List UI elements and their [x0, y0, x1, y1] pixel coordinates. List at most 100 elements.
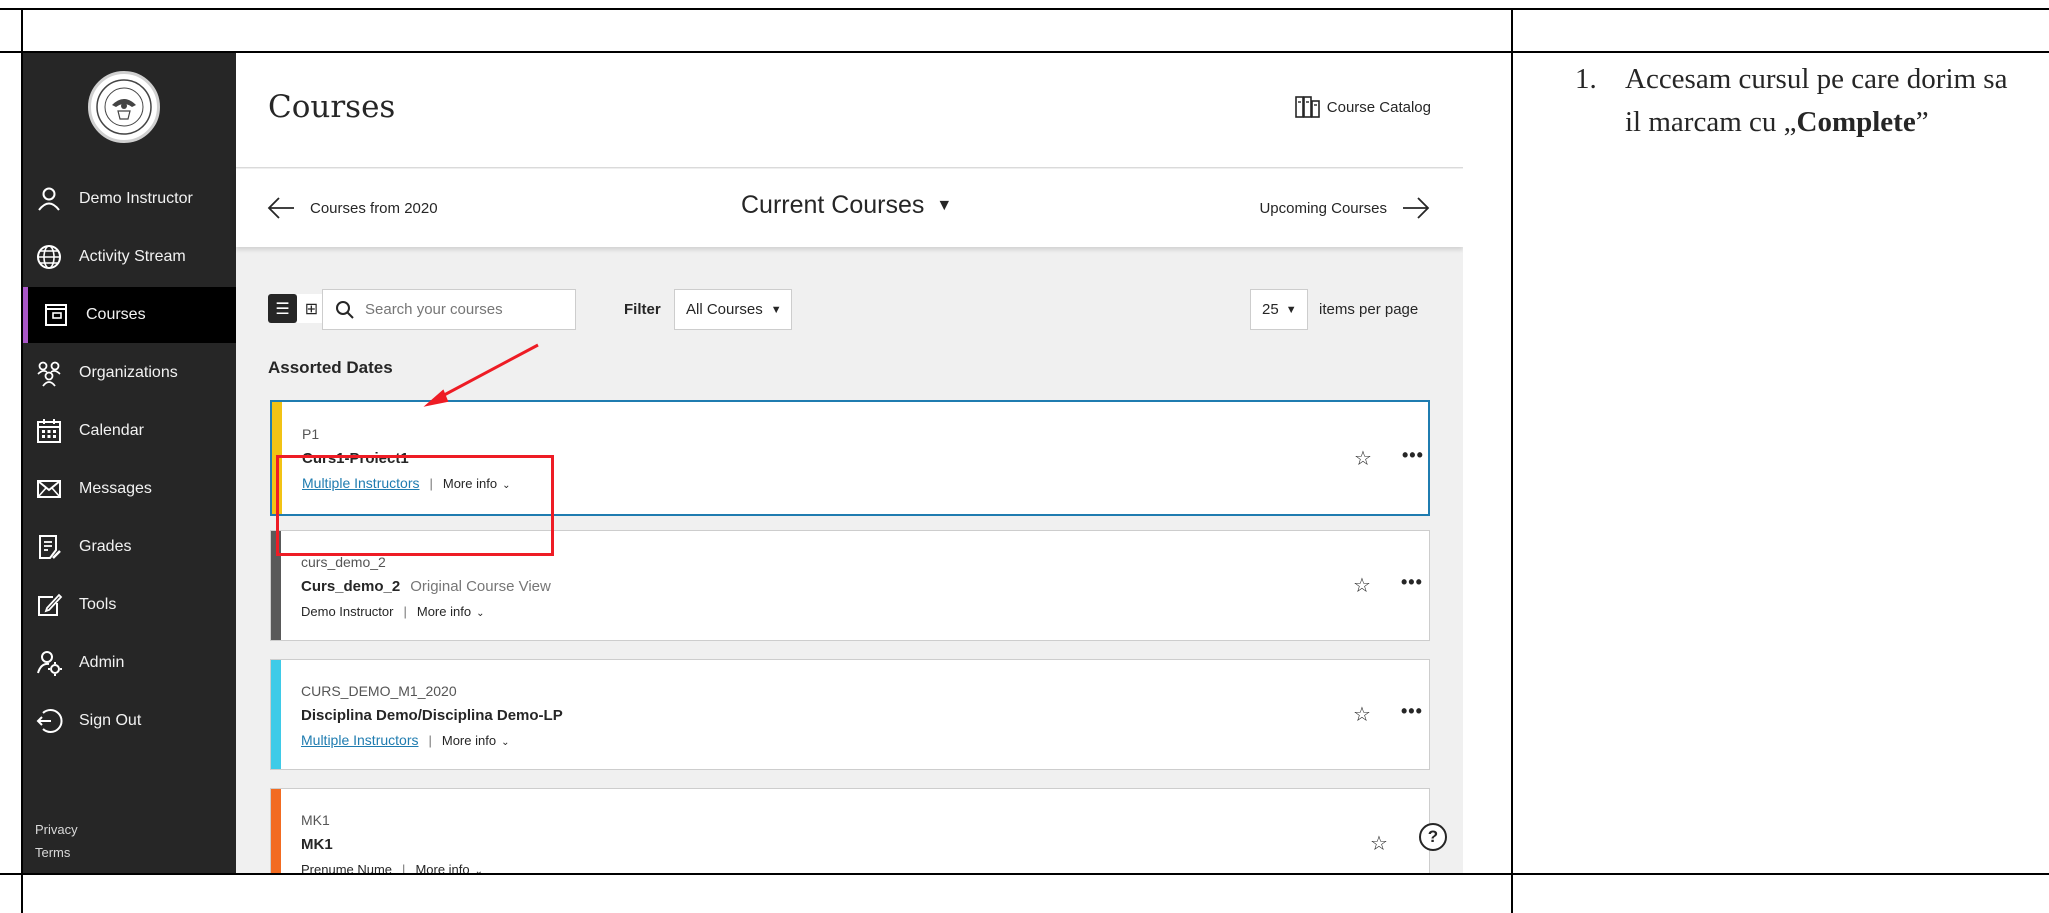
- course-name[interactable]: Disciplina Demo/Disciplina Demo-LP: [301, 707, 563, 724]
- help-icon: ?: [1427, 827, 1439, 846]
- sidebar-item-label: Sign Out: [79, 712, 142, 729]
- course-card[interactable]: MK1 MK1 Prenume Nume | More info ⌄ ☆: [270, 788, 1430, 873]
- grades-icon: [35, 533, 63, 561]
- globe-icon: [35, 243, 63, 271]
- sidebar-item-tools[interactable]: Tools: [23, 577, 236, 633]
- course-code: MK1: [301, 812, 330, 828]
- sidebar-item-label: Messages: [79, 480, 152, 497]
- course-color-stripe: [271, 789, 281, 873]
- sidebar-item-calendar[interactable]: Calendar: [23, 403, 236, 459]
- highlight-box: [276, 455, 554, 556]
- search-icon: [336, 300, 354, 319]
- more-info-toggle[interactable]: More info ⌄: [417, 604, 485, 619]
- sidebar-item-label: Admin: [79, 654, 125, 671]
- term-navigation: Courses from 2020 Current Courses ▼ Upco…: [236, 169, 1463, 247]
- more-options-icon[interactable]: •••: [1401, 701, 1423, 722]
- filter-label: Filter: [624, 301, 661, 318]
- sidebar-item-admin[interactable]: Admin: [23, 635, 236, 691]
- arrow-left-icon: [267, 197, 294, 219]
- envelope-icon: [35, 475, 63, 503]
- table-border-middle: [1511, 8, 1513, 913]
- caret-down-icon: ▼: [936, 196, 953, 214]
- more-options-icon[interactable]: •••: [1402, 445, 1424, 466]
- instructor-name: Prenume Nume: [301, 862, 393, 873]
- list-view-button[interactable]: ☰: [268, 294, 297, 323]
- previous-term-link[interactable]: Courses from 2020: [266, 193, 438, 223]
- sidebar: Demo Instructor Activity Stream Courses …: [23, 53, 236, 873]
- current-term-label: Current Courses: [741, 191, 925, 219]
- course-code: CURS_DEMO_M1_2020: [301, 683, 457, 699]
- previous-term-label: Courses from 2020: [310, 199, 438, 217]
- sidebar-item-label: Calendar: [79, 422, 144, 439]
- help-button[interactable]: ?: [1419, 823, 1447, 851]
- favorite-star-icon[interactable]: ☆: [1354, 446, 1372, 471]
- chevron-down-icon: ⌄: [474, 866, 484, 873]
- organizations-icon: [35, 359, 63, 387]
- course-meta: Demo Instructor | More info ⌄: [301, 604, 485, 619]
- more-info-toggle[interactable]: More info ⌄: [442, 733, 510, 748]
- sidebar-item-messages[interactable]: Messages: [23, 461, 236, 517]
- sidebar-item-grades[interactable]: Grades: [23, 519, 236, 575]
- course-view-type: Original Course View: [410, 578, 551, 595]
- instructors-link[interactable]: Multiple Instructors: [301, 732, 418, 748]
- page-header: Courses Course Catalog: [236, 53, 1463, 168]
- items-per-page-dropdown[interactable]: 25 ▼: [1250, 289, 1308, 330]
- favorite-star-icon[interactable]: ☆: [1370, 831, 1388, 856]
- arrow-right-icon: [1403, 197, 1430, 219]
- table-border-row-bottom: [0, 873, 2049, 875]
- seal-icon: [96, 79, 152, 135]
- privacy-link[interactable]: Privacy: [35, 822, 78, 837]
- admin-icon: [35, 649, 63, 677]
- course-catalog-link[interactable]: Course Catalog: [1294, 93, 1431, 121]
- tools-icon: [35, 591, 63, 619]
- course-color-stripe: [271, 660, 281, 769]
- sign-out-icon: [35, 707, 63, 735]
- course-card[interactable]: CURS_DEMO_M1_2020 Disciplina Demo/Discip…: [270, 659, 1430, 770]
- sidebar-item-label: Tools: [79, 596, 117, 613]
- view-toggle: ☰ ⊞: [268, 294, 326, 323]
- section-title: Assorted Dates: [268, 358, 393, 377]
- sidebar-item-label: Courses: [86, 306, 146, 323]
- step-keyword: Complete: [1796, 106, 1916, 138]
- sidebar-item-label: Organizations: [79, 364, 178, 381]
- instructor-name: Demo Instructor: [301, 604, 394, 619]
- step-number: 1.: [1575, 63, 1597, 95]
- more-options-icon[interactable]: •••: [1401, 572, 1423, 593]
- sidebar-item-sign-out[interactable]: Sign Out: [23, 693, 236, 749]
- caret-down-icon: ▼: [1285, 303, 1297, 316]
- items-per-page-label: items per page: [1319, 301, 1419, 318]
- course-catalog-label: Course Catalog: [1326, 98, 1431, 116]
- user-icon: [35, 185, 63, 213]
- course-name[interactable]: Curs_demo_2 Original Course View: [301, 578, 551, 595]
- table-border-top: [0, 8, 2049, 10]
- more-info-toggle[interactable]: More info ⌄: [415, 862, 483, 873]
- course-meta: Multiple Instructors | More info ⌄: [301, 732, 510, 748]
- next-term-link[interactable]: Upcoming Courses: [1259, 193, 1431, 223]
- calendar-icon: [35, 417, 63, 445]
- list-icon: ☰: [275, 300, 290, 318]
- favorite-star-icon[interactable]: ☆: [1353, 702, 1371, 727]
- search-box: [322, 289, 576, 330]
- caret-down-icon: ▼: [770, 303, 782, 316]
- sidebar-item-organizations[interactable]: Organizations: [23, 345, 236, 401]
- search-input[interactable]: [365, 301, 555, 318]
- favorite-star-icon[interactable]: ☆: [1353, 573, 1371, 598]
- current-term-dropdown[interactable]: Current Courses ▼: [741, 191, 952, 220]
- terms-link[interactable]: Terms: [35, 845, 70, 860]
- blackboard-screenshot: Demo Instructor Activity Stream Courses …: [23, 53, 1463, 873]
- filter-dropdown[interactable]: All Courses ▼: [674, 289, 792, 330]
- sidebar-item-demo-instructor[interactable]: Demo Instructor: [23, 171, 236, 227]
- university-logo[interactable]: [88, 71, 160, 143]
- course-name[interactable]: MK1: [301, 836, 333, 853]
- catalog-icon: [1294, 96, 1320, 118]
- sidebar-item-courses[interactable]: Courses: [23, 287, 236, 343]
- next-term-label: Upcoming Courses: [1259, 199, 1387, 217]
- sidebar-item-label: Activity Stream: [79, 248, 186, 265]
- sidebar-item-activity-stream[interactable]: Activity Stream: [23, 229, 236, 285]
- course-code: curs_demo_2: [301, 554, 386, 570]
- items-per-page-value: 25: [1262, 301, 1279, 318]
- course-meta: Prenume Nume | More info ⌄: [301, 862, 483, 873]
- sidebar-item-label: Demo Instructor: [79, 190, 193, 207]
- chevron-down-icon: ⌄: [501, 736, 510, 748]
- sidebar-item-label: Grades: [79, 538, 132, 555]
